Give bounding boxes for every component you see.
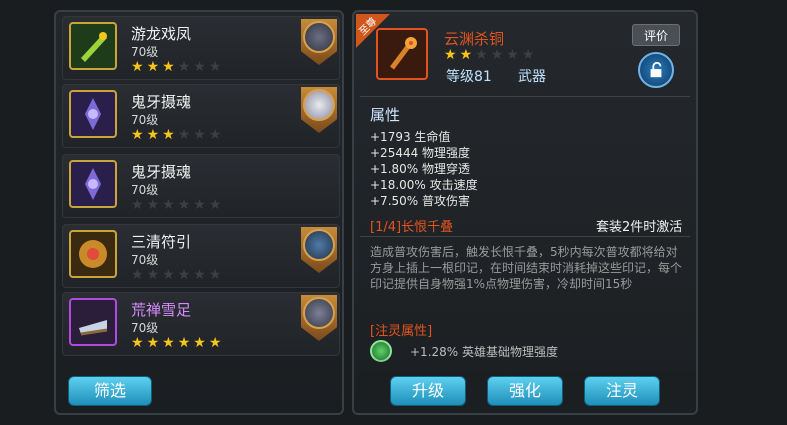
star-icon: ★ [162,267,175,283]
list-item[interactable]: 鬼牙摄魂 70级 ★ ★ ★ ★ ★ ★ [62,84,340,148]
star-icon: ★ [162,197,175,213]
item-icon [69,22,117,70]
star-rating: ★ ★ ★ ★ ★ ★ [444,48,534,62]
star-icon: ★ [521,47,535,63]
hero-portrait-badge[interactable] [301,227,337,273]
list-item[interactable]: 鬼牙摄魂 70级 ★ ★ ★ ★ ★ ★ [62,154,340,218]
star-icon: ★ [193,267,206,283]
item-name: 三清符引 [131,233,192,251]
star-icon: ★ [131,197,144,213]
item-name: 游龙戏凤 [131,25,192,43]
item-level: 70级 [131,113,159,127]
list-item[interactable]: 游龙戏凤 70级 ★ ★ ★ ★ ★ ★ [62,16,340,80]
item-name: 鬼牙摄魂 [131,163,192,181]
star-icon: ★ [131,59,144,75]
hero-portrait-badge[interactable] [301,295,337,341]
star-icon: ★ [146,197,160,213]
item-icon [69,230,117,278]
star-icon: ★ [131,267,144,283]
hero-portrait-badge[interactable] [301,87,337,133]
star-icon: ★ [146,127,160,143]
set-name: [1/4]长恨千叠 [370,220,454,235]
star-icon: ★ [177,127,191,143]
star-icon: ★ [162,335,175,351]
star-icon: ★ [193,59,206,75]
divider [360,236,690,237]
item-name: 鬼牙摄魂 [131,93,192,111]
star-icon: ★ [459,47,473,63]
weapon-icon [376,28,428,80]
star-icon: ★ [177,197,191,213]
infuse-button[interactable]: 注灵 [584,376,660,406]
item-type: 武器 [518,69,546,85]
attribute-line: +25444 物理强度 [370,146,471,160]
set-description: 造成普攻伤害后，触发长恨千叠，5秒内每次普攻都将给对方身上插上一根印记，在时间结… [370,245,683,291]
star-icon: ★ [177,335,191,351]
star-icon: ★ [146,335,160,351]
star-icon: ★ [193,197,206,213]
list-item[interactable]: 三清符引 70级 ★ ★ ★ ★ ★ ★ [62,224,340,288]
star-rating: ★ ★ ★ ★ ★ ★ [131,336,221,350]
item-level: 70级 [131,183,159,197]
star-icon: ★ [490,47,504,63]
star-icon: ★ [193,335,206,351]
star-icon: ★ [193,127,206,143]
review-button[interactable]: 评价 [632,24,680,46]
item-icon [69,160,117,208]
star-rating: ★ ★ ★ ★ ★ ★ [131,60,221,74]
item-icon [69,90,117,138]
upgrade-button[interactable]: 升级 [390,376,466,406]
unlock-icon[interactable] [638,52,674,88]
star-rating: ★ ★ ★ ★ ★ ★ [131,198,221,212]
star-icon: ★ [131,335,144,351]
enhance-button[interactable]: 强化 [487,376,563,406]
attribute-line: +1793 生命值 [370,130,451,144]
spirit-header: [注灵属性] [370,324,433,339]
star-icon: ★ [208,197,222,213]
set-activation-note: 套装2件时激活 [596,220,683,235]
attribute-line: +18.00% 攻击速度 [370,178,478,192]
star-icon: ★ [208,335,222,351]
star-icon: ★ [131,127,144,143]
item-level: 70级 [131,45,159,59]
star-icon: ★ [208,267,222,283]
attribute-line: +1.80% 物理穿透 [370,162,470,176]
attribute-line: +7.50% 普攻伤害 [370,194,470,208]
star-icon: ★ [208,127,222,143]
star-icon: ★ [177,59,191,75]
star-icon: ★ [475,47,488,63]
star-icon: ★ [444,47,457,63]
divider [360,96,690,97]
item-icon [69,298,117,346]
item-level: 70级 [131,321,159,335]
star-icon: ★ [162,127,175,143]
star-icon: ★ [146,59,160,75]
item-level: 等级81 [446,69,492,85]
attributes-header: 属性 [370,106,401,124]
star-icon: ★ [146,267,160,283]
star-rating: ★ ★ ★ ★ ★ ★ [131,268,221,282]
item-title: 云渊杀铜 [444,30,505,48]
item-name: 荒禅雪足 [131,301,192,319]
star-icon: ★ [208,59,222,75]
star-icon: ★ [177,267,191,283]
filter-button[interactable]: 筛选 [68,376,152,406]
list-item[interactable]: 荒禅雪足 70级 ★ ★ ★ ★ ★ ★ [62,292,340,356]
star-icon: ★ [162,59,175,75]
item-level: 70级 [131,253,159,267]
star-rating: ★ ★ ★ ★ ★ ★ [131,128,221,142]
star-icon: ★ [506,47,519,63]
hero-portrait-badge[interactable] [301,19,337,65]
